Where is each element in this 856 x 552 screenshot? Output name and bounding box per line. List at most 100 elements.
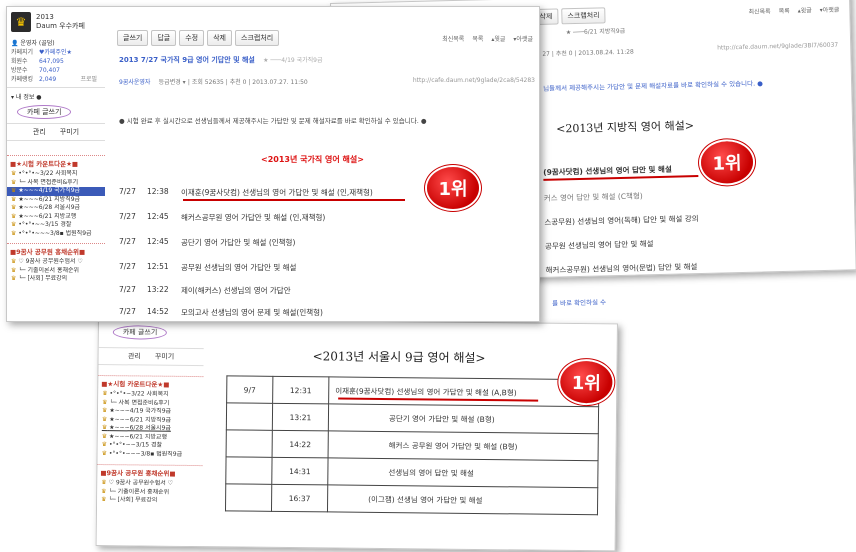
row-link[interactable]: 해커스 공무원 영어 가답안 및 해설 (B형) <box>328 430 599 461</box>
row-time: 12:45 <box>147 237 169 246</box>
table-row[interactable]: 13:21 공단기 영어 가답안 및 해설 (B형) <box>226 402 599 434</box>
edit-button[interactable]: 수정 <box>179 30 205 46</box>
row-text[interactable]: 커스 영어 답안 및 해설 (C책형) <box>544 190 643 203</box>
row-text[interactable]: 스공무원) 선생님의 영어(독해) 답안 및 해설 강의 <box>544 213 698 228</box>
reply-button[interactable]: 답글 <box>151 30 177 46</box>
sidebar-item[interactable]: ♛ •°•°•~~3/15 경찰 <box>7 221 105 230</box>
table-row[interactable]: 14:22 해커스 공무원 영어 가답안 및 해설 (B형) <box>226 429 599 461</box>
post-meta: | 조회 52635 | 추천 0 | 2013.07.27. 11:50 <box>187 79 308 86</box>
table-row[interactable]: 커스 영어 답안 및 해설 (C책형) <box>544 190 643 203</box>
members-label: 회원수 <box>11 58 28 65</box>
sidebar-item[interactable]: ♛ ★~~~6/21 지방직9급 <box>7 196 105 205</box>
manage-link[interactable]: 관리 <box>128 351 141 361</box>
sidebar-item-label: •°•°•~~~3/8▪ 법원직9급 <box>108 449 183 458</box>
table-row[interactable]: 7/27 12:38 이재훈(9꿈사닷컴) 선생님의 영어 가답안 및 해설 (인,… <box>119 187 373 198</box>
sidebar-item[interactable]: ♛ ♡ 9꿈사 공무원수험서 ♡ <box>7 258 105 267</box>
sidebar-item[interactable]: ♛ •°•°•~3/22 사회복지 <box>7 170 105 179</box>
crown-icon: ♛ <box>102 398 108 406</box>
table-row[interactable]: 7/27 14:52 모의고사 선생님의 영어 문제 및 해설(인책형) <box>119 307 323 318</box>
next-post-link[interactable]: ▾아랫글 <box>820 7 840 14</box>
row-link[interactable]: 해커스공무원 영어 가답안 및 해설 (인,재책형) <box>181 212 325 223</box>
row-link[interactable]: (이그잼) 선생님 영어 가답안 및 해설 <box>327 484 598 515</box>
prev-post-link[interactable]: ▴윗글 <box>491 36 505 43</box>
post-subtitle[interactable]: ★ ───4/19 국가직9급 <box>263 57 322 64</box>
row-date: 7/27 <box>119 285 136 294</box>
profile-link[interactable]: 프로필 <box>80 75 97 84</box>
sidebar-item-label: └─ [사회] 무료강의 <box>18 275 68 282</box>
row-link[interactable]: 공단기 영어 가답안 및 해설 (인책형) <box>181 237 295 248</box>
prev-post-link[interactable]: ▴윗글 <box>798 7 812 14</box>
author-link[interactable]: 9꿈사운영자 <box>119 79 150 86</box>
scrap-button[interactable]: 스크랩처리 <box>561 7 606 25</box>
sidebar: 카페 글쓰기 관리 꾸미기 ■★시험 카운트다운★■ ♛ •°•°•~3/22 사… <box>96 319 204 547</box>
write-button[interactable]: 글쓰기 <box>117 30 149 46</box>
table-row[interactable]: 16:37 (이그잼) 선생님 영어 가답안 및 해설 <box>225 483 598 515</box>
latest-list-link[interactable]: 최신목록 <box>442 36 464 43</box>
sidebar-item-label: ♡ 9꿈사 공무원수험서 ♡ <box>108 479 174 487</box>
grade-dropdown[interactable]: 등급변경 ▾ <box>159 79 186 86</box>
row-link[interactable]: 모의고사 선생님의 영어 문제 및 해설(인책형) <box>181 307 323 318</box>
sidebar-item[interactable]: ♛ ★~~~6/21 지방교행 <box>7 213 105 222</box>
cafe-year: 2013 <box>36 13 54 21</box>
row-date <box>226 402 273 431</box>
write-post-button[interactable]: 카페 글쓰기 <box>17 105 72 119</box>
sidebar-item[interactable]: ♛ └─ 사복 면접준비&후기 <box>7 179 105 188</box>
next-post-link[interactable]: ▾아랫글 <box>513 36 533 43</box>
row-link[interactable]: 공단기 영어 가답안 및 해설 (B형) <box>328 403 599 434</box>
post-url[interactable]: http://cafe.daum.net/9glade/2ca8/54283 <box>413 77 535 84</box>
table-row[interactable]: 7/27 12:45 해커스공무원 영어 가답안 및 해설 (인,재책형) <box>119 212 325 223</box>
row-time: 13:22 <box>147 285 169 294</box>
row-link[interactable]: 공무원 선생님의 영어 가답안 및 해설 <box>181 262 296 273</box>
sidebar-item[interactable]: ♛ •°•°•~~~3/8▪ 법원직9급 <box>7 230 105 239</box>
post-url[interactable]: http://cafe.daum.net/9glade/3Bl7/60037 <box>717 42 838 52</box>
row-link[interactable]: 선생님의 영어 답안 및 해설 <box>327 457 599 488</box>
sidebar-item-active[interactable]: ♛ ★~~~4/19 국가직9급 <box>7 187 105 196</box>
sidebar-item[interactable]: ♛ ★~~~6/28 서울시9급 <box>7 204 105 213</box>
sidebar-item[interactable]: ♛ └─ 기출이론서 홍채순위 <box>7 267 105 276</box>
row-text[interactable]: 공무원 선생님의 영어 답안 및 해설 <box>545 238 654 252</box>
table-row[interactable]: 해커스공무원) 선생님의 영어(문법) 답안 및 해설 <box>545 261 697 276</box>
crown-icon: ♛ <box>11 266 17 274</box>
decorate-link[interactable]: 꾸미기 <box>60 127 79 137</box>
decorate-link[interactable]: 꾸미기 <box>155 352 174 362</box>
sidebar: ♛ 2013 Daum 우수카페 👤 운영자 (골덤) 카페지기 ♥카페주인★ 회원… <box>7 7 105 321</box>
table-row[interactable]: 7/27 12:51 공무원 선생님의 영어 가답안 및 해설 <box>119 262 296 273</box>
row-text[interactable]: 해커스공무원) 선생님의 영어(문법) 답안 및 해설 <box>545 261 697 276</box>
table-row[interactable]: 스공무원) 선생님의 영어(독해) 답안 및 해설 강의 <box>544 213 698 228</box>
post-title: 2013 7/27 국가직 9급 영어 기답안 및 해설 <box>119 56 255 64</box>
keeper-name[interactable]: ♥카페주인★ <box>39 49 72 56</box>
crown-icon: ♛ <box>101 424 108 432</box>
table-row[interactable]: 9/7 12:31 이재훈(9꿈사닷컴) 선생님의 영어 가답안 및 해설 (A,B… <box>226 375 599 407</box>
sidebar-item[interactable]: ♛ └─ [사회] 무료강의 <box>7 275 105 284</box>
scrap-button[interactable]: 스크랩처리 <box>235 30 280 46</box>
sidebar-item-label: •°•°•~3/22 사회복지 <box>109 390 169 398</box>
row-link[interactable]: 제이(해커스) 선생님의 영어 가답안 <box>181 285 291 296</box>
crown-icon: ♛ <box>101 407 108 415</box>
sidebar-item-label: ★~~~6/28 서울시9급 <box>18 204 81 211</box>
delete-button[interactable]: 삭제 <box>207 30 232 46</box>
crown-icon: ♛ <box>11 195 17 203</box>
latest-list-link[interactable]: 최신목록 <box>748 8 770 16</box>
sidebar-item-label: └─ 기출이론서 홍채순위 <box>108 487 170 496</box>
cafe-name: Daum 우수카페 <box>36 22 85 30</box>
sidebar-item[interactable]: ♛ •°•°•~~~3/8▪ 법원직9급 <box>98 450 203 460</box>
cafe-logo[interactable]: ♛ 2013Daum 우수카페 <box>7 7 105 32</box>
list-link[interactable]: 목록 <box>472 36 483 43</box>
sidebar-item-label: └─ 기출이론서 홍채순위 <box>18 266 80 274</box>
sidebar-item[interactable]: ♛ └─ [사회] 무료강의 <box>97 496 202 506</box>
sidebar-item-label: ♡ 9꿈사 공무원수험서 ♡ <box>18 258 83 265</box>
crown-icon: ♛ <box>101 432 108 440</box>
manage-link[interactable]: 관리 <box>33 127 46 137</box>
crown-icon: ♛ <box>11 178 17 186</box>
row-date: 7/27 <box>119 187 136 196</box>
table-row[interactable]: 7/27 12:45 공단기 영어 가답안 및 해설 (인책형) <box>119 237 295 248</box>
sidebar-section-title: ■★시험 카운트다운★■ <box>7 155 105 170</box>
table-row[interactable]: 7/27 13:22 제이(해커스) 선생님의 영어 가답안 <box>119 285 291 296</box>
table-row[interactable]: 14:31 선생님의 영어 답안 및 해설 <box>225 456 599 488</box>
my-info-toggle[interactable]: ▾ 내 정보 ● <box>7 87 105 103</box>
list-link[interactable]: 목록 <box>779 8 790 15</box>
row-link[interactable]: 이재훈(9꿈사닷컴) 선생님의 영어 가답안 및 해설 (인,재책형) <box>181 187 373 198</box>
table-row[interactable]: 공무원 선생님의 영어 답안 및 해설 <box>545 238 654 252</box>
row-link[interactable]: 이재훈(9꿈사닷컴) 선생님의 영어 가답안 및 해설 (A,B형) <box>328 376 599 407</box>
write-post-button[interactable]: 카페 글쓰기 <box>112 325 168 340</box>
